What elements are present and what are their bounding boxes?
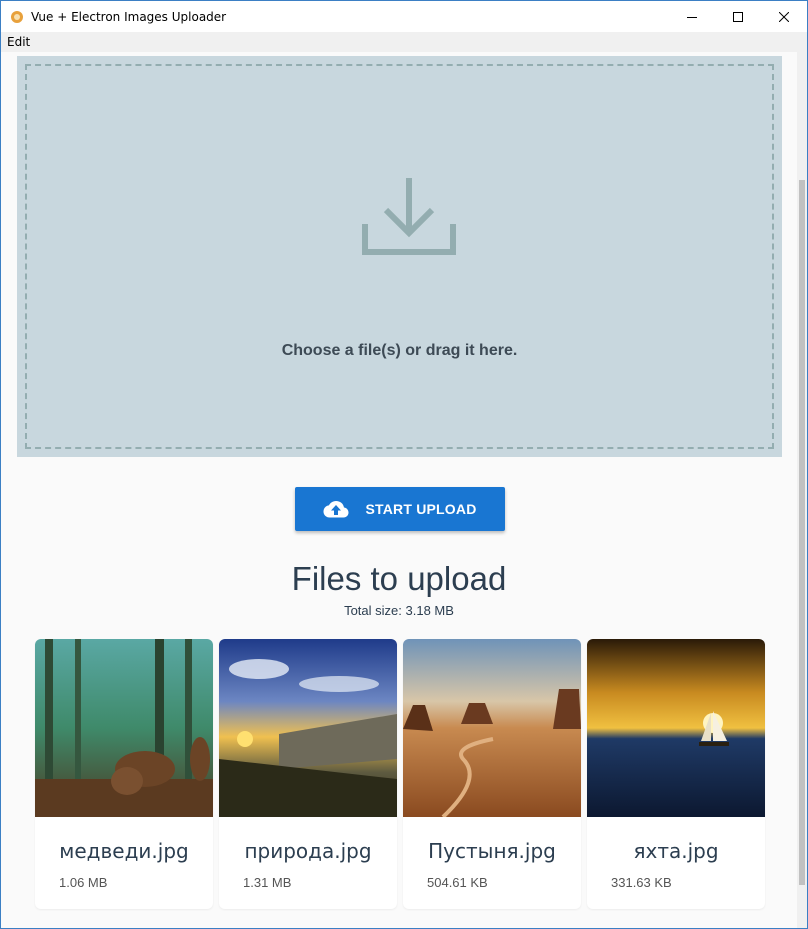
file-card[interactable]: медведи.jpg 1.06 MB	[35, 639, 213, 909]
download-icon	[362, 178, 456, 255]
file-size: 504.61 KB	[427, 875, 488, 890]
dropzone-border: Choose a file(s) or drag it here.	[25, 64, 774, 449]
file-card[interactable]: природа.jpg 1.31 MB	[219, 639, 397, 909]
file-card[interactable]: Пустыня.jpg 504.61 KB	[403, 639, 581, 909]
window-controls	[669, 1, 807, 32]
scrollbar-thumb[interactable]	[799, 180, 805, 885]
title-bar[interactable]: Vue + Electron Images Uploader	[1, 1, 807, 32]
menu-bar: Edit	[1, 32, 807, 52]
start-upload-button[interactable]: START UPLOAD	[295, 487, 505, 531]
maximize-icon	[733, 11, 743, 22]
file-dropzone[interactable]: Choose a file(s) or drag it here.	[17, 56, 782, 457]
file-size: 331.63 KB	[611, 875, 672, 890]
file-thumbnail-bears	[35, 639, 213, 817]
close-icon	[779, 11, 789, 22]
minimize-button[interactable]	[669, 1, 715, 32]
close-button[interactable]	[761, 1, 807, 32]
files-heading: Files to upload	[291, 560, 507, 597]
total-size-text: Total size: 3.18 MB	[344, 603, 454, 618]
minimize-icon	[687, 16, 697, 18]
window-title: Vue + Electron Images Uploader	[31, 9, 227, 24]
cloud-upload-icon	[323, 501, 349, 518]
main-content: Choose a file(s) or drag it here. START …	[1, 52, 797, 928]
file-size: 1.31 MB	[243, 875, 292, 890]
menu-item-edit[interactable]: Edit	[1, 35, 36, 49]
app-icon	[9, 9, 25, 25]
file-name: Пустыня.jpg	[428, 839, 556, 863]
vertical-scrollbar[interactable]	[797, 52, 807, 928]
start-upload-label: START UPLOAD	[365, 501, 477, 517]
file-size: 1.06 MB	[59, 875, 108, 890]
maximize-button[interactable]	[715, 1, 761, 32]
file-name: яхта.jpg	[633, 839, 719, 863]
dropzone-text: Choose a file(s) or drag it here.	[281, 342, 518, 359]
file-thumbnail-desert	[403, 639, 581, 817]
file-thumbnail-nature	[219, 639, 397, 817]
file-thumbnail-yacht	[587, 639, 765, 817]
file-card[interactable]: яхта.jpg 331.63 KB	[587, 639, 765, 909]
app-window: Vue + Electron Images Uploader Edit Choo…	[0, 0, 808, 929]
file-name: медведи.jpg	[59, 839, 189, 863]
file-cards: медведи.jpg 1.06 MB природа.jpg 1.31 MB …	[35, 639, 775, 919]
file-name: природа.jpg	[244, 839, 372, 863]
